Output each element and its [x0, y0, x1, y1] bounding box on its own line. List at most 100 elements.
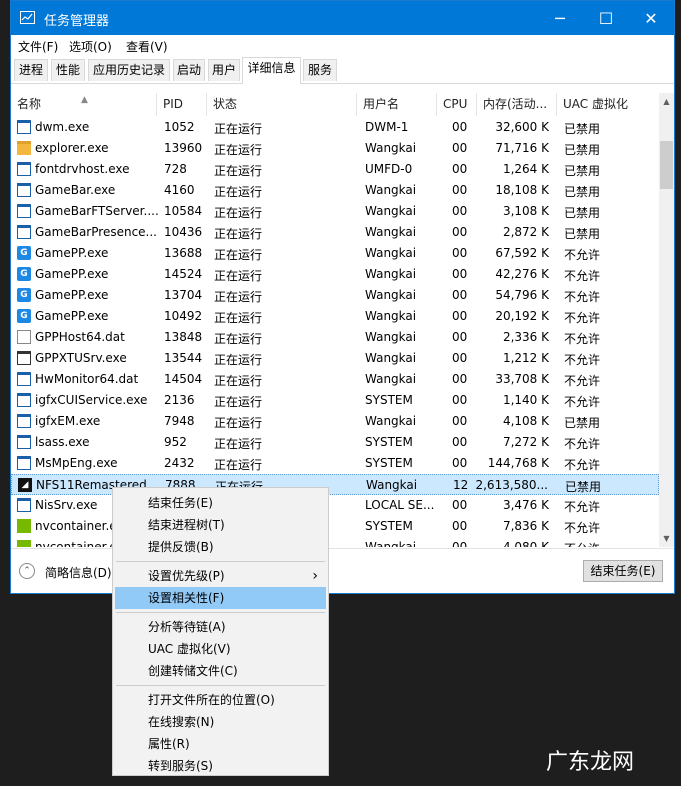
process-memory: 32,600 K [495, 120, 549, 134]
process-user: Wangkai [365, 414, 417, 428]
tab-processes[interactable]: 进程 [14, 59, 48, 81]
context-menu-item[interactable]: 提供反馈(B) [115, 536, 326, 558]
process-uac: 不允许 [564, 248, 601, 262]
window-title: 任务管理器 [44, 14, 110, 29]
table-row[interactable]: G GamePP.exe 10492 正在运行 Wangkai 00 不允许 20,192 K [11, 306, 659, 327]
process-cpu: 00 [452, 393, 468, 407]
tab-details[interactable]: 详细信息 [242, 57, 301, 84]
table-row[interactable]: igfxCUIService.exe 2136 正在运行 SYSTEM 00 不允许 1,1… [11, 390, 659, 411]
window-icon [17, 498, 31, 512]
minimize-button[interactable]: ─ [537, 1, 583, 35]
table-row[interactable]: GPPXTUSrv.exe 13544 正在运行 Wangkai 00 不允许 1,212 … [11, 348, 659, 369]
maximize-button[interactable]: ☐ [583, 1, 629, 35]
process-memory: 54,796 K [495, 288, 549, 302]
context-menu-item-label: UAC 虚拟化(V) [148, 642, 231, 656]
context-menu-item[interactable]: 属性(R) [115, 733, 326, 755]
table-row[interactable]: nvcontainer.exe3476正在运行SYSTEM00不允许7,836 … [11, 516, 659, 537]
process-cpu: 00 [452, 540, 468, 547]
table-row[interactable]: igfxEM.exe 7948 正在运行 Wangkai 00 已禁用 4,108 K [11, 411, 659, 432]
process-name: GPPXTUSrv.exe [35, 351, 127, 365]
column-pid[interactable]: PID [157, 93, 207, 116]
context-menu-item[interactable]: 结束进程树(T) [115, 514, 326, 536]
scroll-thumb[interactable] [660, 141, 673, 189]
vertical-scrollbar[interactable]: ▲ ▼ [659, 93, 674, 547]
process-name: dwm.exe [35, 120, 90, 134]
column-status[interactable]: 状态 [207, 93, 357, 116]
context-menu-item[interactable]: 打开文件所在的位置(O) [115, 689, 326, 711]
context-menu-item[interactable]: 在线搜索(N) [115, 711, 326, 733]
process-name: MsMpEng.exe [35, 456, 118, 470]
column-uac[interactable]: UAC 虚拟化 [557, 93, 659, 116]
tab-startup[interactable]: 启动 [173, 59, 205, 81]
context-menu-item[interactable]: 转到服务(S) [115, 755, 326, 777]
process-cpu: 00 [452, 141, 468, 155]
tab-services[interactable]: 服务 [303, 59, 337, 81]
process-user: UMFD-0 [365, 162, 413, 176]
process-memory: 71,716 K [495, 141, 549, 155]
table-row[interactable]: lsass.exe 952 正在运行 SYSTEM 00 不允许 7,272 K [11, 432, 659, 453]
context-menu-item[interactable]: 结束任务(E) [115, 492, 326, 514]
process-name: GamePP.exe [35, 267, 109, 281]
column-name[interactable]: ▲ 名称 [11, 93, 157, 116]
table-row[interactable]: GameBar.exe 4160 正在运行 Wangkai 00 已禁用 18,108 K [11, 180, 659, 201]
table-row[interactable]: G GamePP.exe 13704 正在运行 Wangkai 00 不允许 54,796 K [11, 285, 659, 306]
menu-separator [116, 612, 325, 613]
chevron-up-icon[interactable]: ⌃ [19, 563, 35, 579]
table-row[interactable]: explorer.exe 13960 正在运行 Wangkai 00 已禁用 71,716 … [11, 138, 659, 159]
menu-options[interactable]: 选项(O) [69, 38, 112, 55]
scroll-down-arrow-icon[interactable]: ▼ [659, 530, 674, 547]
process-status: 正在运行 [214, 269, 263, 283]
table-row[interactable]: nvcontainer.exe3476正在运行Wangkai00不允许4,080… [11, 537, 659, 547]
process-user: Wangkai [365, 351, 417, 365]
column-cpu[interactable]: CPU [437, 93, 477, 116]
tab-performance[interactable]: 性能 [51, 59, 85, 81]
table-row[interactable]: G GamePP.exe 13688 正在运行 Wangkai 00 不允许 67,592 K [11, 243, 659, 264]
context-menu-item[interactable]: 分析等待链(A) [115, 616, 326, 638]
window-icon [17, 162, 31, 176]
process-user: Wangkai [365, 372, 417, 386]
task-manager-icon [20, 11, 35, 24]
column-memory[interactable]: 内存(活动... [477, 93, 557, 116]
process-uac: 不允许 [564, 395, 601, 409]
scroll-up-arrow-icon[interactable]: ▲ [659, 93, 674, 110]
context-menu-item[interactable]: UAC 虚拟化(V) [115, 638, 326, 660]
fewer-details-link[interactable]: 简略信息(D) [45, 564, 112, 581]
context-menu-item[interactable]: 设置相关性(F) [115, 587, 326, 609]
process-uac: 不允许 [564, 353, 601, 367]
table-header: ▲ 名称 PID 状态 用户名 CPU 内存(活动... UAC 虚拟化 [11, 93, 659, 117]
process-pid: 13544 [164, 351, 203, 365]
end-task-button[interactable]: 结束任务(E) [583, 560, 663, 582]
gamepp-icon: G [17, 246, 31, 260]
process-user: Wangkai [365, 225, 417, 239]
menu-view[interactable]: 查看(V) [126, 38, 168, 55]
table-row[interactable]: MsMpEng.exe 2432 正在运行 SYSTEM 00 不允许 144,768 K [11, 453, 659, 474]
table-row[interactable]: GPPHost64.dat 13848 正在运行 Wangkai 00 不允许 2,336 … [11, 327, 659, 348]
table-row[interactable]: ◢NFS11Remastered....7888正在运行Wangkai12已禁用… [11, 474, 659, 495]
column-username[interactable]: 用户名 [357, 93, 437, 116]
close-button[interactable]: ✕ [628, 1, 674, 35]
table-row[interactable]: GameBarPresence... 10436 正在运行 Wangkai 00 已禁用 2… [11, 222, 659, 243]
context-menu-item-label: 设置优先级(P) [148, 569, 225, 583]
menu-file[interactable]: 文件(F) [18, 38, 58, 55]
table-row[interactable]: HwMonitor64.dat 14504 正在运行 Wangkai 00 不允许 33,7… [11, 369, 659, 390]
table-row[interactable]: NisSrv.exe3476正在运行LOCAL SE...00不允许3,476 … [11, 495, 659, 516]
process-status: 正在运行 [214, 122, 263, 136]
table-row[interactable]: G GamePP.exe 14524 正在运行 Wangkai 00 不允许 42,276 K [11, 264, 659, 285]
process-user: Wangkai [365, 246, 417, 260]
process-status: 正在运行 [214, 458, 263, 472]
process-user: SYSTEM [365, 393, 413, 407]
table-row[interactable]: fontdrvhost.exe 728 正在运行 UMFD-0 00 已禁用 1,264 K [11, 159, 659, 180]
process-pid: 10436 [164, 225, 203, 239]
tab-app-history[interactable]: 应用历史记录 [88, 59, 170, 81]
tab-users[interactable]: 用户 [208, 59, 240, 81]
process-status: 正在运行 [214, 290, 263, 304]
window-icon [17, 183, 31, 197]
process-memory: 1,264 K [502, 162, 549, 176]
table-row[interactable]: dwm.exe 1052 正在运行 DWM-1 00 已禁用 32,600 K [11, 117, 659, 138]
process-memory: 144,768 K [487, 456, 549, 470]
context-menu-item[interactable]: 设置优先级(P) › [115, 565, 326, 587]
process-name: HwMonitor64.dat [35, 372, 139, 386]
table-row[interactable]: GameBarFTServer.... 10584 正在运行 Wangkai 00 已禁用… [11, 201, 659, 222]
context-menu-item[interactable]: 创建转储文件(C) [115, 660, 326, 682]
process-user: Wangkai [365, 309, 417, 323]
